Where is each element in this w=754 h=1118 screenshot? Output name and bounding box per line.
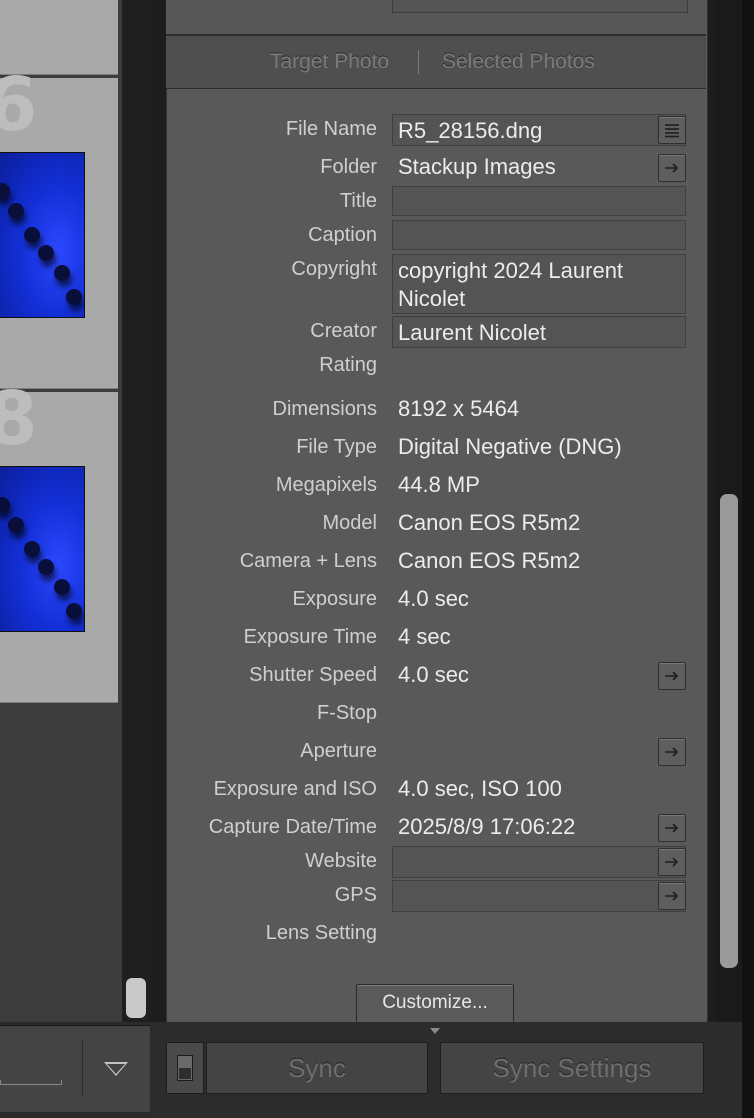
dimensions-label: Dimensions <box>272 398 377 420</box>
title-label: Title <box>339 190 377 212</box>
grid-scrollbar-thumb[interactable] <box>126 978 146 1018</box>
grid-cell[interactable]: 8 <box>0 382 118 703</box>
exposure-iso-label: Exposure and ISO <box>213 778 377 800</box>
creator-label: Creator <box>310 320 377 342</box>
folder-label: Folder <box>320 156 377 178</box>
sync-button[interactable]: Sync <box>206 1042 428 1094</box>
toggle-switch-icon <box>177 1055 193 1081</box>
cut-off-field <box>392 0 688 13</box>
megapixels-label: Megapixels <box>275 474 377 496</box>
dimensions-value: 8192 x 5464 <box>398 396 520 421</box>
copyright-value-line2: Nicolet <box>398 286 466 311</box>
aperture-arrow-icon[interactable] <box>658 738 686 766</box>
customize-button[interactable]: Customize... <box>356 984 514 1022</box>
website-label: Website <box>305 850 377 872</box>
creator-value: Laurent Nicolet <box>398 320 546 345</box>
capture-date-label: Capture Date/Time <box>208 816 377 838</box>
toolbar-menu-chevron-down-icon[interactable] <box>104 1062 128 1076</box>
go-to-folder-arrow-icon[interactable] <box>658 154 686 182</box>
tab-target-photo[interactable]: Target Photo <box>270 50 389 74</box>
f-stop-label: F-Stop <box>316 702 377 724</box>
rating-label: Rating <box>319 354 377 376</box>
aperture-label: Aperture <box>300 740 377 762</box>
exposure-time-label: Exposure Time <box>243 626 377 648</box>
website-field[interactable] <box>392 846 686 878</box>
copyright-value-line1: copyright 2024 Laurent <box>398 258 624 283</box>
exposure-time-value: 4 sec <box>398 624 451 649</box>
file-type-label: File Type <box>296 436 377 458</box>
tab-selected-photos[interactable]: Selected Photos <box>442 50 595 74</box>
panel-top-strip <box>166 0 706 36</box>
file-name-value: R5_28156.dng <box>398 118 543 143</box>
photo-grid: 6 8 <box>0 0 122 1022</box>
list-icon[interactable] <box>658 116 686 144</box>
gps-field[interactable] <box>392 880 686 912</box>
capture-date-arrow-icon[interactable] <box>658 814 686 842</box>
model-label: Model <box>322 512 377 534</box>
file-name-label: File Name <box>285 118 377 140</box>
shutter-speed-label: Shutter Speed <box>249 664 377 686</box>
caption-label: Caption <box>308 224 377 246</box>
gps-label: GPS <box>334 884 377 906</box>
caption-field[interactable] <box>392 220 686 250</box>
folder-value: Stackup Images <box>398 154 556 179</box>
file-type-value: Digital Negative (DNG) <box>398 434 622 459</box>
cell-index-number: 6 <box>0 62 38 148</box>
gps-arrow-icon[interactable] <box>658 882 686 910</box>
shutter-speed-value: 4.0 sec <box>398 662 469 687</box>
toolbar-divider <box>82 1040 83 1096</box>
grid-cell[interactable]: 6 <box>0 68 118 389</box>
exposure-value: 4.0 sec <box>398 586 469 611</box>
metadata-target-tabs: Target Photo Selected Photos <box>166 36 706 89</box>
megapixels-value: 44.8 MP <box>398 472 480 497</box>
exposure-label: Exposure <box>292 588 378 610</box>
capture-date-value: 2025/8/9 17:06:22 <box>398 814 576 839</box>
exposure-iso-value: 4.0 sec, ISO 100 <box>398 776 562 801</box>
shutter-speed-arrow-icon[interactable] <box>658 662 686 690</box>
camera-lens-value: Canon EOS R5m2 <box>398 548 581 573</box>
sync-settings-button[interactable]: Sync Settings <box>440 1042 704 1094</box>
tab-separator <box>418 50 419 74</box>
thumbnail-size-slider[interactable] <box>0 1080 62 1085</box>
panel-collapse-notch-icon[interactable] <box>430 1028 440 1034</box>
auto-sync-toggle[interactable] <box>166 1042 204 1094</box>
grid-scrollbar-track[interactable] <box>122 0 150 1022</box>
panel-scrollbar-thumb[interactable] <box>720 494 738 968</box>
model-value: Canon EOS R5m2 <box>398 510 581 535</box>
copyright-label: Copyright <box>291 258 377 280</box>
title-field[interactable] <box>392 186 686 216</box>
photo-thumbnail[interactable] <box>0 152 85 318</box>
camera-lens-label: Camera + Lens <box>239 550 377 572</box>
cell-index-number: 8 <box>0 376 38 462</box>
website-arrow-icon[interactable] <box>658 848 686 876</box>
photo-thumbnail[interactable] <box>0 466 85 632</box>
window-edge <box>742 0 754 1118</box>
lens-setting-label: Lens Setting <box>265 922 377 944</box>
